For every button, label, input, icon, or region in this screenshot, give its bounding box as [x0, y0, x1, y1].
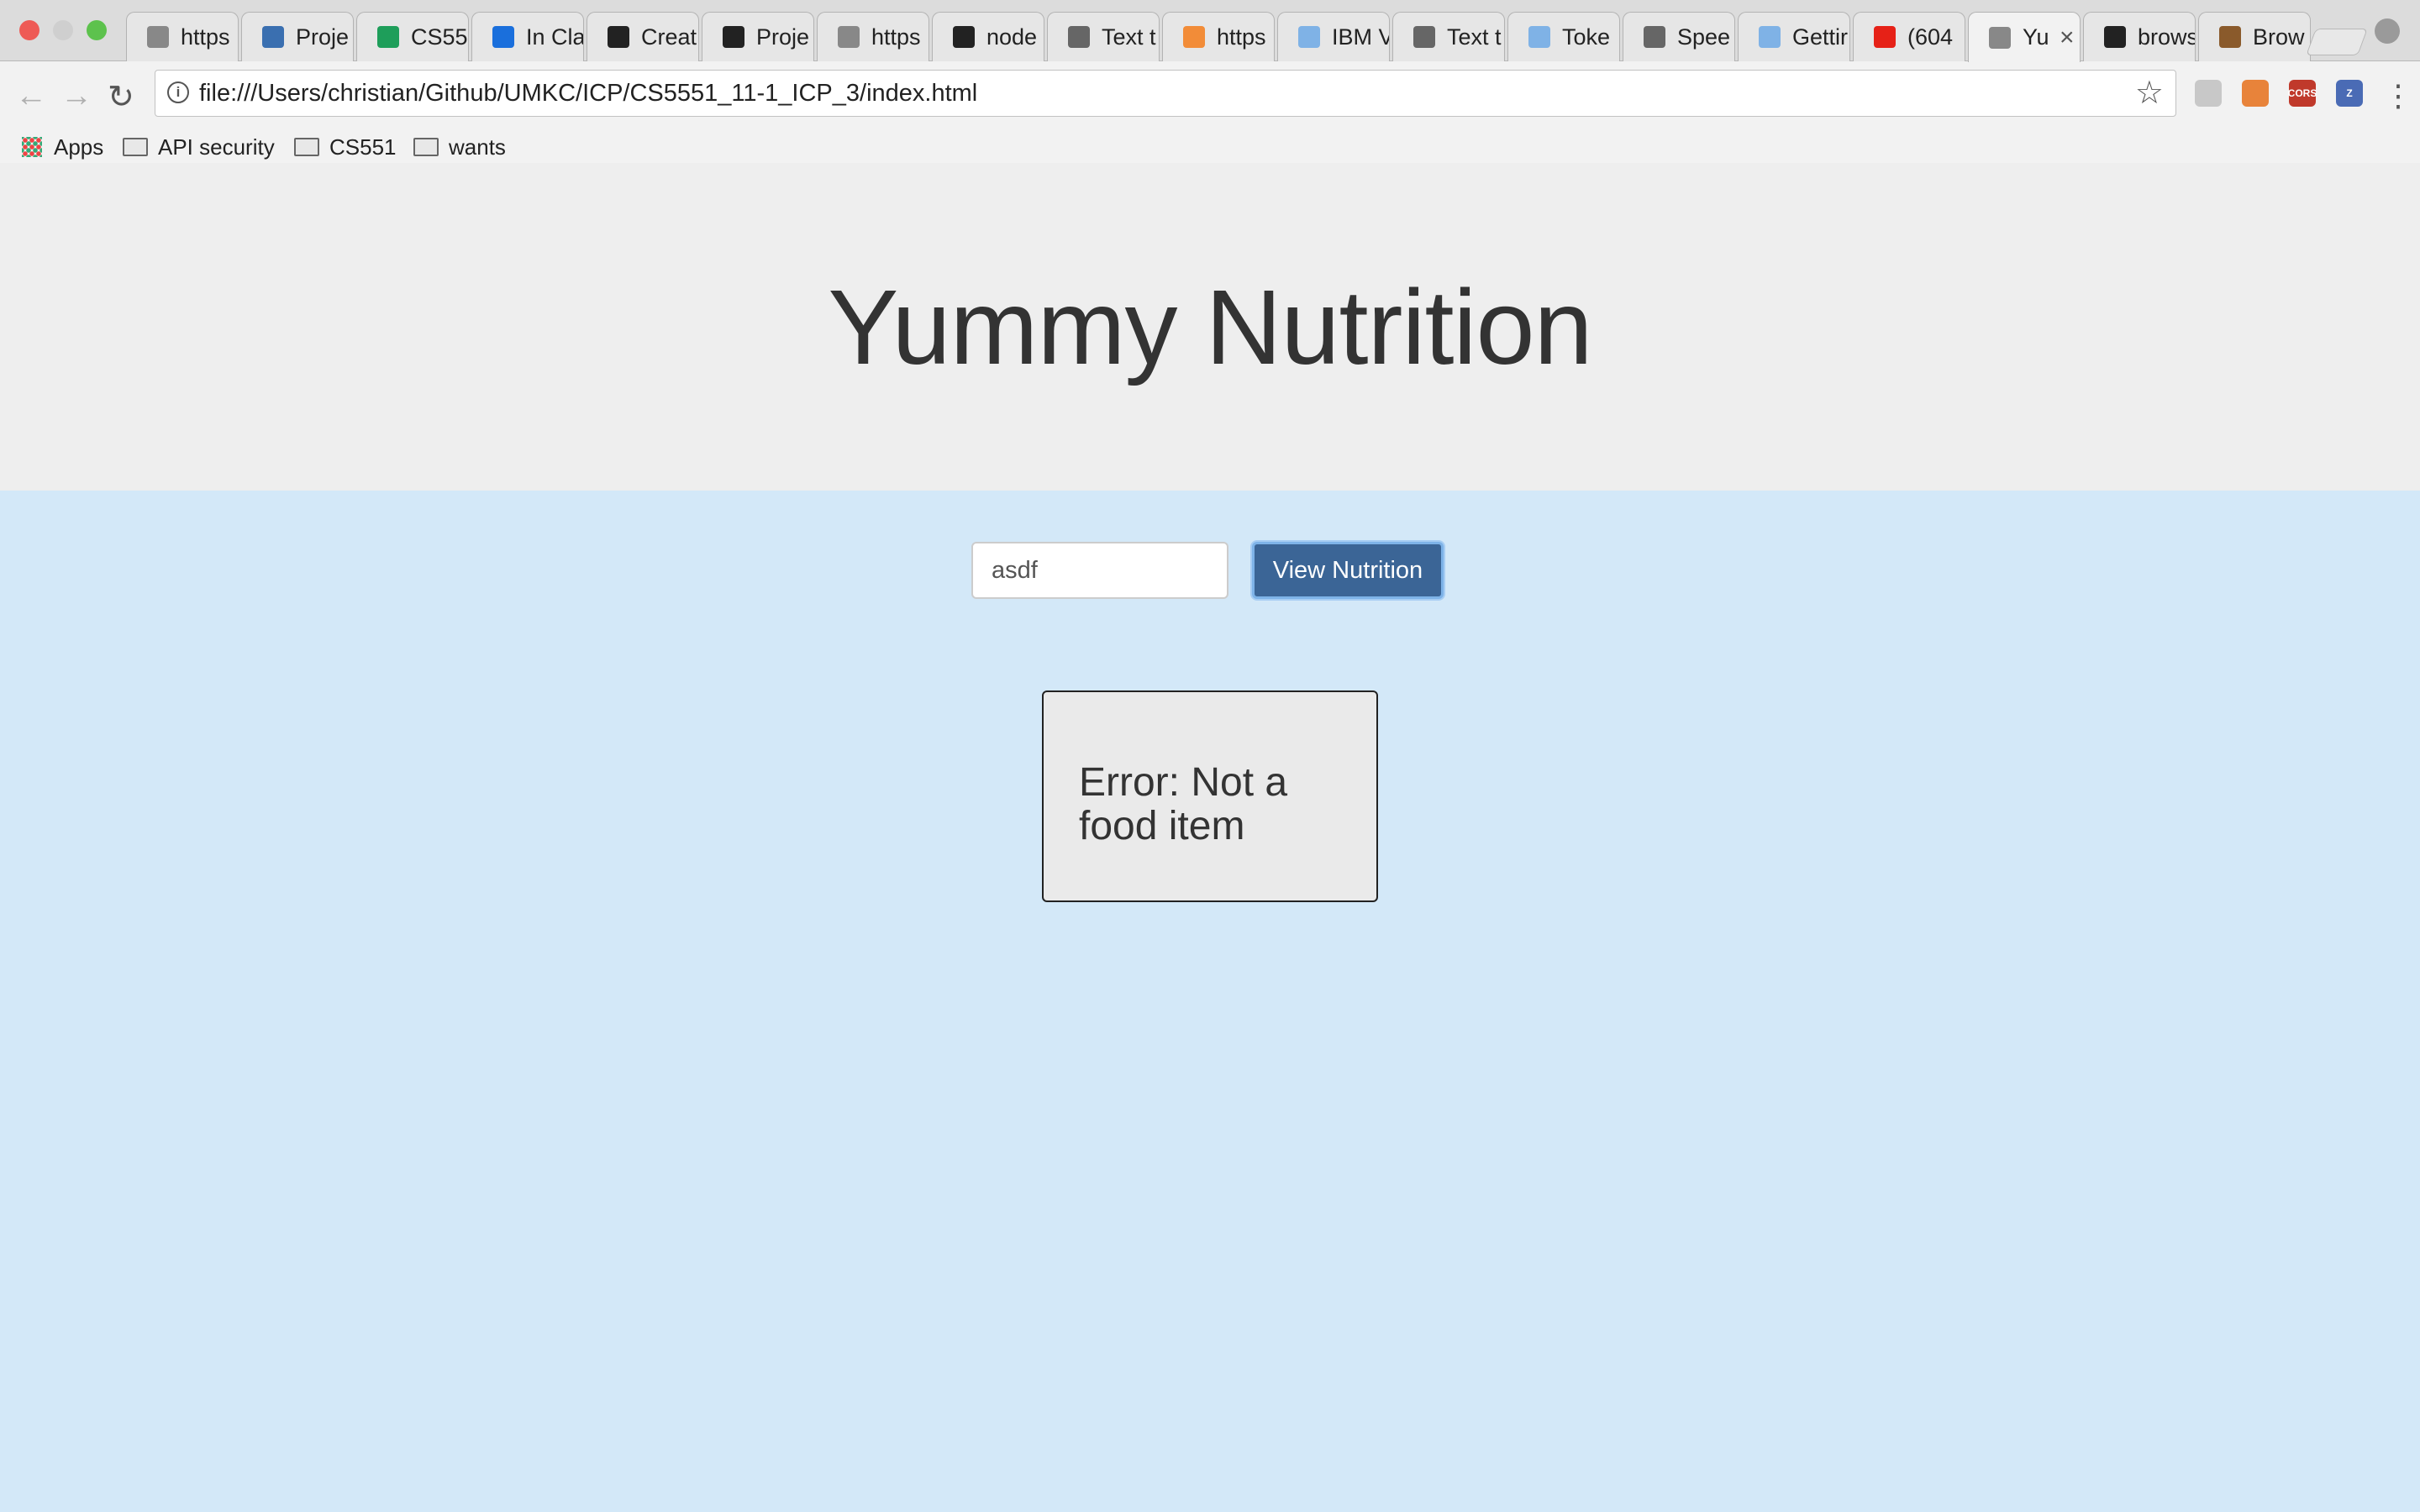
- cloud-icon: [1759, 26, 1781, 48]
- tab-title: https: [181, 24, 230, 50]
- minimize-window-button[interactable]: [53, 20, 73, 40]
- github-icon: [723, 26, 744, 48]
- tab-title: Proje: [756, 24, 810, 50]
- tab-title: In Cla: [526, 24, 583, 50]
- new-tab-button[interactable]: [2306, 29, 2368, 55]
- tab-18[interactable]: brows: [2083, 12, 2196, 61]
- zoom-window-button[interactable]: [87, 20, 107, 40]
- tab-19[interactable]: Brow: [2198, 12, 2311, 61]
- tab-6[interactable]: Proje: [702, 12, 814, 61]
- reload-icon[interactable]: ↻: [108, 78, 134, 116]
- github-icon: [608, 26, 629, 48]
- tab-16[interactable]: (604: [1853, 12, 1965, 61]
- result-box: Error: Not a food item: [1042, 690, 1378, 902]
- close-tab-icon[interactable]: ×: [2060, 24, 2075, 52]
- tab-9[interactable]: Text t: [1047, 12, 1160, 61]
- wizard-hat-icon: [2219, 26, 2241, 48]
- tab-8[interactable]: node: [932, 12, 1044, 61]
- cloud-icon: [1298, 26, 1320, 48]
- profile-icon[interactable]: [2375, 18, 2400, 44]
- umkc-icon: [262, 26, 284, 48]
- watson-icon: [1068, 26, 1090, 48]
- tab-13[interactable]: Toke: [1507, 12, 1620, 61]
- document-icon: [1989, 26, 2011, 49]
- tab-2[interactable]: Proje: [241, 12, 354, 61]
- folder-icon: [294, 138, 319, 156]
- bookmark-label: API security: [158, 134, 275, 160]
- info-icon[interactable]: i: [167, 81, 189, 103]
- tab-11[interactable]: IBM V: [1277, 12, 1390, 61]
- tab-title: Text t: [1447, 24, 1502, 50]
- watson-icon: [1413, 26, 1435, 48]
- cors-icon[interactable]: CORS: [2288, 80, 2317, 107]
- menu-icon[interactable]: ⋮: [2383, 78, 2413, 113]
- tab-title: Creat: [641, 24, 697, 50]
- browser-tab-strip: https Proje CS55 In Cla Creat Proje https node T…: [0, 0, 2420, 62]
- tab-title: Toke: [1562, 24, 1611, 50]
- tab-4[interactable]: In Cla: [471, 12, 584, 61]
- tab-10[interactable]: https: [1162, 12, 1275, 61]
- cloud-icon: [1528, 26, 1550, 48]
- tab-7[interactable]: https: [817, 12, 929, 61]
- tab-title: (604: [1907, 24, 1954, 50]
- apps-grid-icon: [22, 137, 42, 157]
- tab-3[interactable]: CS55: [356, 12, 469, 61]
- tab-title: Proje: [296, 24, 350, 50]
- tab-title: Gettir: [1792, 24, 1849, 50]
- tab-title: Text t: [1102, 24, 1156, 50]
- folder-icon: [413, 138, 439, 156]
- bookmark-label: wants: [449, 134, 506, 160]
- tab-title: Brow: [2253, 24, 2305, 50]
- tab-title: Yu: [2023, 24, 2049, 50]
- watson-icon: [1644, 26, 1665, 48]
- url-text[interactable]: file:///Users/christian/Github/UMKC/ICP/…: [199, 80, 977, 108]
- folder-icon: [123, 138, 148, 156]
- address-bar[interactable]: i file:///Users/christian/Github/UMKC/IC…: [155, 70, 2176, 117]
- error-message: Error: Not a food item: [1079, 760, 1288, 848]
- close-window-button[interactable]: [19, 20, 39, 40]
- view-nutrition-button[interactable]: View Nutrition: [1252, 542, 1444, 599]
- star-icon[interactable]: ☆: [2135, 74, 2164, 112]
- zotero-icon[interactable]: Z: [2336, 80, 2363, 107]
- page-content: Yummy Nutrition View Nutrition Error: No…: [0, 163, 2420, 1512]
- github-icon: [953, 26, 975, 48]
- tab-12[interactable]: Text t: [1392, 12, 1505, 61]
- extension-orange-icon[interactable]: [2242, 80, 2269, 107]
- tab-title: Spee: [1677, 24, 1731, 50]
- document-icon: [147, 26, 169, 48]
- tab-5[interactable]: Creat: [587, 12, 699, 61]
- search-area: [0, 491, 2420, 1512]
- forward-arrow-icon[interactable]: →: [60, 78, 92, 114]
- food-search-input[interactable]: [971, 542, 1228, 599]
- tab-title: https: [871, 24, 921, 50]
- tab-1[interactable]: https: [126, 12, 239, 61]
- sheets-icon: [377, 26, 399, 48]
- tab-title: IBM V: [1332, 24, 1389, 50]
- tab-17[interactable]: Yu ×: [1968, 12, 2081, 62]
- box-icon: [492, 26, 514, 48]
- page-title: Yummy Nutrition: [828, 267, 1592, 386]
- tab-title: brows: [2138, 24, 2195, 50]
- bookmark-label: Apps: [54, 134, 104, 160]
- github-icon: [2104, 26, 2126, 48]
- tab-15[interactable]: Gettir: [1738, 12, 1850, 61]
- dots-icon: [1183, 26, 1205, 48]
- tab-title: https: [1217, 24, 1266, 50]
- document-icon: [838, 26, 860, 48]
- header-jumbotron: Yummy Nutrition: [0, 163, 2420, 491]
- bookmark-label: CS551: [329, 134, 397, 160]
- youtube-icon: [1874, 26, 1896, 48]
- tab-title: CS55: [411, 24, 468, 50]
- back-arrow-icon[interactable]: ←: [15, 78, 47, 114]
- extension-gear-icon[interactable]: [2195, 80, 2222, 107]
- tab-title: node: [986, 24, 1038, 50]
- tab-14[interactable]: Spee: [1623, 12, 1735, 61]
